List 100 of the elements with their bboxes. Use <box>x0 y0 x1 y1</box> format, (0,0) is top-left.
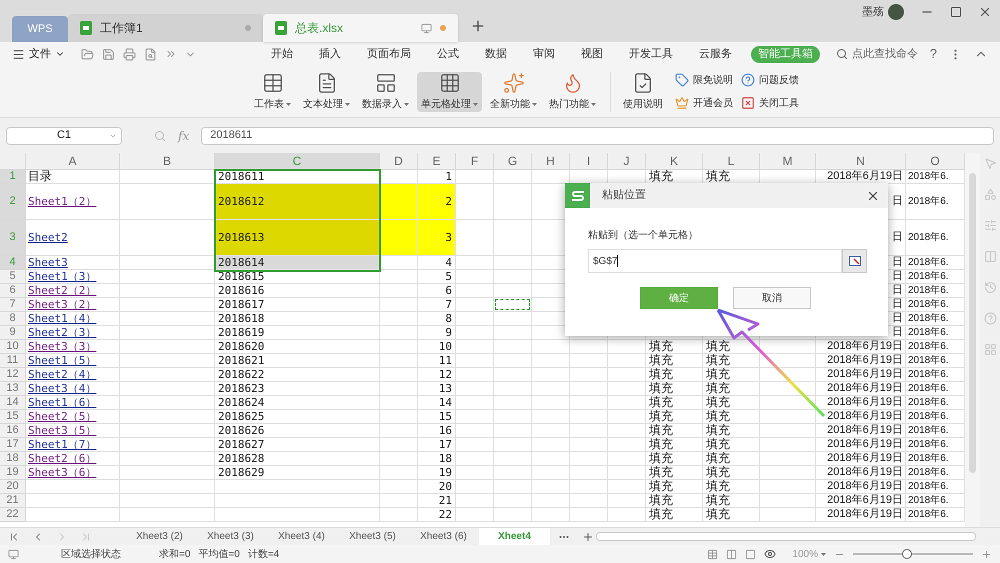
document-tab[interactable]: 工作簿1 <box>68 14 263 42</box>
sheet-link[interactable]: Sheet3（2） <box>28 298 96 311</box>
sheet-link[interactable]: Sheet2（4） <box>28 368 96 381</box>
normal-view-icon[interactable] <box>707 548 718 560</box>
row-header[interactable]: 16 <box>0 424 26 438</box>
sheet-tab[interactable]: Xheet3 (4) <box>266 528 337 546</box>
printer-icon[interactable] <box>123 48 136 60</box>
column-header[interactable]: I <box>570 153 608 170</box>
column-header[interactable]: F <box>456 153 494 170</box>
sheet-link[interactable]: Sheet1（4） <box>28 312 96 325</box>
maximize-icon[interactable] <box>950 6 962 18</box>
cancel-button[interactable]: 取消 <box>733 287 811 309</box>
tool-link[interactable]: 问题反馈 <box>741 72 799 88</box>
row-header[interactable]: 6 <box>0 284 26 298</box>
range-picker-button[interactable] <box>842 249 867 273</box>
cell-reference-field[interactable]: $G$7 <box>588 249 842 273</box>
add-sheet-icon[interactable] <box>582 530 594 542</box>
vertical-scrollbar[interactable] <box>965 153 980 527</box>
sheet-link[interactable]: Sheet1（5） <box>28 354 96 367</box>
row-header[interactable]: 20 <box>0 480 26 494</box>
page-view-icon[interactable] <box>726 548 738 560</box>
row-header[interactable]: 14 <box>0 396 26 410</box>
menu-icon[interactable] <box>12 48 25 60</box>
sheet-tab[interactable]: Xheet3 (2) <box>124 528 195 546</box>
sheet-link[interactable]: Sheet2（3） <box>28 326 96 339</box>
ribbon-button[interactable]: 工作表 <box>250 72 295 112</box>
layout-icon[interactable] <box>745 548 756 560</box>
tool-link[interactable]: 关闭工具 <box>741 96 799 110</box>
sheet-link[interactable]: Sheet2（6） <box>28 452 96 465</box>
zoom-icon[interactable] <box>154 130 166 142</box>
row-header[interactable]: 15 <box>0 410 26 424</box>
row-header[interactable]: 7 <box>0 298 26 312</box>
sheet-link[interactable]: Sheet2 <box>28 231 68 244</box>
ribbon-button[interactable]: 文本处理 <box>299 72 354 112</box>
row-header[interactable]: 12 <box>0 368 26 382</box>
formula-field[interactable]: 2018611 <box>201 126 994 144</box>
sheet-link[interactable]: Sheet3（4） <box>28 382 96 395</box>
sheet-link[interactable]: Sheet2（5） <box>28 410 96 423</box>
ribbon-tab[interactable]: 云服务 <box>692 46 739 62</box>
row-header[interactable]: 19 <box>0 466 26 480</box>
row-header[interactable]: 10 <box>0 340 26 354</box>
first-sheet-icon[interactable] <box>8 530 20 542</box>
row-header[interactable]: 8 <box>0 312 26 326</box>
sliders-icon[interactable] <box>984 219 996 232</box>
column-header[interactable]: H <box>532 153 570 170</box>
row-header[interactable]: 22 <box>0 508 26 522</box>
sheet-tab[interactable]: Xheet3 (5) <box>337 528 408 546</box>
panel-icon[interactable] <box>984 250 996 263</box>
column-header[interactable]: J <box>608 153 646 170</box>
row-header[interactable]: 11 <box>0 354 26 368</box>
guide-button[interactable]: 使用说明 <box>619 72 667 112</box>
sheet-link[interactable]: Sheet3（3） <box>28 340 96 353</box>
column-header[interactable]: N <box>816 153 906 170</box>
ribbon-tab[interactable]: 数据 <box>478 46 514 62</box>
sheet-link[interactable]: Sheet2（2） <box>28 284 96 297</box>
sheet-link[interactable]: Sheet1（2） <box>28 195 96 208</box>
sheet-link[interactable]: Sheet1（3） <box>28 270 96 283</box>
row-header[interactable]: 9 <box>0 326 26 340</box>
row-header[interactable]: 13 <box>0 382 26 396</box>
column-header[interactable]: E <box>418 153 456 170</box>
sheet-tab[interactable]: Xheet3 (3) <box>195 528 266 546</box>
tool-link[interactable]: 开通会员 <box>675 96 733 110</box>
column-header[interactable]: L <box>703 153 760 170</box>
ribbon-tab[interactable]: 页面布局 <box>360 46 418 62</box>
new-tab-icon[interactable] <box>470 18 486 34</box>
zoom-in-icon[interactable] <box>981 548 992 560</box>
column-header[interactable]: M <box>760 153 816 170</box>
ribbon-tab[interactable]: 开发工具 <box>622 46 680 62</box>
ribbon-tab[interactable]: 插入 <box>312 46 348 62</box>
save-icon[interactable] <box>102 48 115 60</box>
document-tab[interactable]: 总表.xlsx <box>263 14 458 42</box>
avatar[interactable] <box>888 4 904 20</box>
sheet-tab[interactable]: Xheet4 <box>479 528 550 546</box>
sheet-link[interactable]: Sheet3 <box>28 256 68 269</box>
row-header[interactable]: 21 <box>0 494 26 508</box>
sheet-tab[interactable]: Xheet3 (6) <box>408 528 479 546</box>
pointer-icon[interactable] <box>984 157 996 170</box>
help-icon[interactable] <box>984 312 996 325</box>
file-menu[interactable]: 文件 <box>29 46 65 62</box>
history-icon[interactable] <box>984 281 996 294</box>
sheet-link[interactable]: Sheet3（5） <box>28 424 96 437</box>
ribbon-tab[interactable]: 公式 <box>430 46 466 62</box>
slider-thumb[interactable] <box>902 549 912 559</box>
ribbon-button[interactable]: 热门功能 <box>545 72 600 112</box>
column-header[interactable]: D <box>380 153 418 170</box>
tool-link[interactable]: 限免说明 <box>675 72 733 88</box>
print-preview-icon[interactable] <box>144 48 157 60</box>
ribbon-button[interactable]: 数据录入 <box>358 72 413 112</box>
column-header[interactable]: G <box>494 153 532 170</box>
last-sheet-icon[interactable] <box>80 530 92 542</box>
ribbon-button[interactable]: 全新功能 <box>486 72 541 112</box>
sheet-link[interactable]: Sheet3（6） <box>28 466 96 479</box>
shapes-icon[interactable] <box>984 188 996 201</box>
grid-apps-icon[interactable] <box>984 343 996 356</box>
ribbon-tab[interactable]: 开始 <box>264 46 300 62</box>
sheet-link[interactable]: Sheet1（7） <box>28 438 96 451</box>
horizontal-scrollbar[interactable] <box>596 532 976 541</box>
column-header[interactable]: K <box>646 153 703 170</box>
row-header[interactable]: 17 <box>0 438 26 452</box>
eye-icon[interactable] <box>764 548 776 560</box>
